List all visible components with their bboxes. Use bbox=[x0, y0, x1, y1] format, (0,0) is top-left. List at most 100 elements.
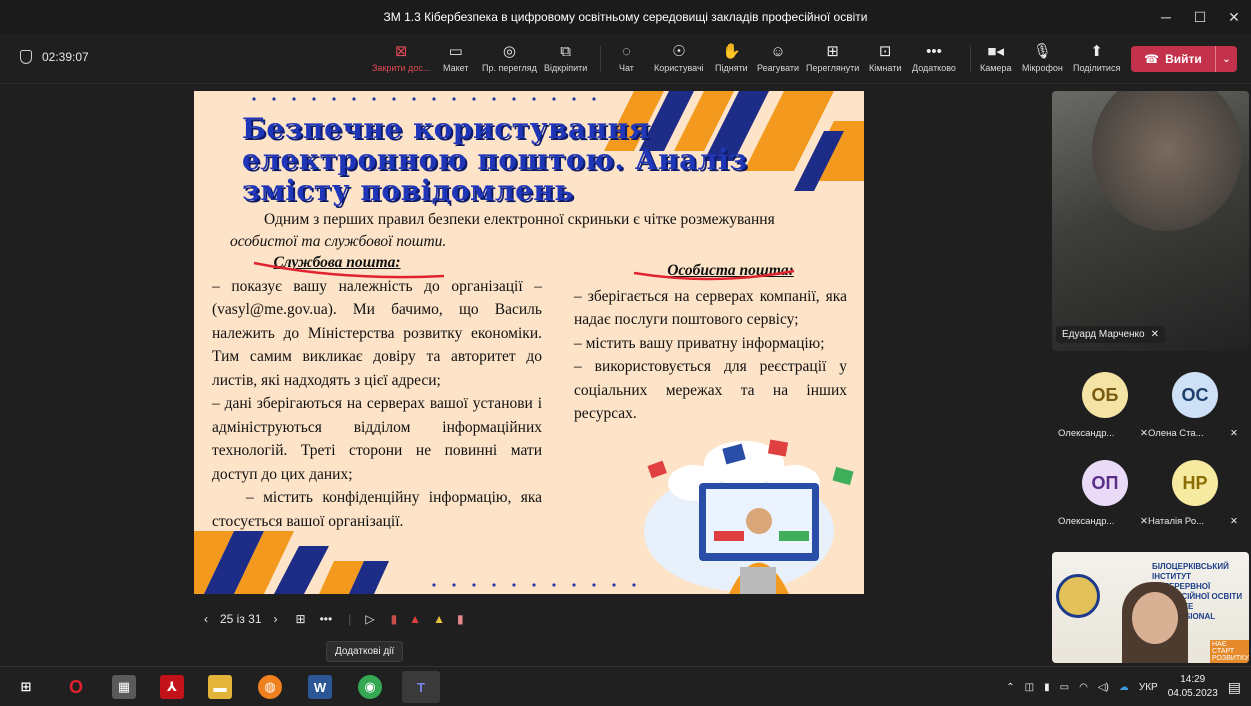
notifications-icon[interactable]: ▤ bbox=[1228, 679, 1241, 696]
meeting-timer: 02:39:07 bbox=[20, 50, 89, 64]
windows-taskbar: ⊞ O ▦ ⅄ ▬ ◍ W ◉ T ⌃ ◫ ▮ ▭ ◠ ◁) ☁ УКР 14:… bbox=[0, 666, 1251, 706]
meeting-toolbar: 02:39:07 ⊠ Закрити дос... ▭ Макет ◎ Пр. … bbox=[0, 34, 1251, 84]
clock-time: 14:29 bbox=[1180, 674, 1206, 685]
layout-icon: ▭ bbox=[448, 43, 463, 60]
pdf-reader-icon[interactable]: ⅄ bbox=[160, 675, 184, 699]
tray-app-icon[interactable]: ◫ bbox=[1025, 682, 1034, 693]
word-icon[interactable]: W bbox=[308, 675, 332, 699]
prev-slide-icon[interactable]: ‹ bbox=[204, 612, 208, 626]
minimize-icon[interactable]: ─ bbox=[1149, 0, 1183, 34]
preview-icon: ◎ bbox=[502, 43, 516, 60]
teams-window: ЗМ 1.3 Кібербезпека в цифровому освітньо… bbox=[0, 0, 1251, 706]
windows-start-icon[interactable]: ⊞ bbox=[14, 675, 38, 699]
leave-button[interactable]: ☎ Вийти ⌄ bbox=[1131, 46, 1237, 72]
leave-main[interactable]: ☎ Вийти bbox=[1131, 52, 1215, 66]
main-video-tile[interactable]: Едуард Марченко ✕ bbox=[1052, 91, 1249, 351]
participant-tile[interactable]: ОБ Олександр... ✕ bbox=[1058, 372, 1148, 452]
people-button[interactable]: ☉ Користувачі bbox=[654, 40, 704, 73]
language-indicator[interactable]: УКР bbox=[1139, 682, 1158, 693]
highlighter-icon[interactable]: ▲ bbox=[433, 612, 445, 626]
system-tray: ⌃ ◫ ▮ ▭ ◠ ◁) ☁ УКР 14:29 04.05.2023 ▤ bbox=[1006, 667, 1241, 706]
toolbar-divider bbox=[600, 46, 601, 72]
popout-icon: ⧉ bbox=[560, 42, 571, 60]
pen-red-icon[interactable]: ▮ bbox=[391, 612, 398, 626]
avatar: ОБ bbox=[1082, 372, 1128, 418]
view-button[interactable]: ⊞ Переглянути bbox=[806, 40, 859, 73]
firefox-icon[interactable]: ◍ bbox=[258, 675, 282, 699]
slide-navigation: ‹ 25 із 31 › ⊞ ••• | ▷ ▮ ▲ ▲ ▮ bbox=[194, 604, 464, 634]
participant-tile[interactable]: НР Наталія Ро... ✕ bbox=[1148, 460, 1238, 540]
phone-hangup-icon: ☎ bbox=[1144, 52, 1160, 66]
battery-icon[interactable]: ▭ bbox=[1060, 682, 1069, 693]
wifi-icon[interactable]: ◠ bbox=[1079, 682, 1088, 693]
eraser-icon[interactable]: ▮ bbox=[457, 612, 464, 626]
chevron-down-icon[interactable]: ⌄ bbox=[1215, 46, 1237, 72]
next-slide-icon[interactable]: › bbox=[274, 612, 278, 626]
volume-icon[interactable]: ◁) bbox=[1098, 682, 1109, 693]
stop-sharing-button[interactable]: ⊠ Закрити дос... bbox=[372, 40, 430, 73]
onedrive-icon[interactable]: ☁ bbox=[1119, 682, 1129, 693]
mic-tray-icon[interactable]: ▮ bbox=[1044, 682, 1050, 693]
window-controls: ─ ☐ ✕ bbox=[1149, 0, 1251, 34]
share-button[interactable]: ⬆ Поділитися bbox=[1073, 40, 1120, 73]
preview-button[interactable]: ◎ Пр. перегляд bbox=[482, 40, 537, 73]
rooms-button[interactable]: ⊡ Кімнати bbox=[869, 40, 901, 73]
clock-date: 04.05.2023 bbox=[1167, 688, 1218, 699]
participant-tile[interactable]: ОП Олександр... ✕ bbox=[1058, 460, 1148, 540]
camera-button[interactable]: ■◂ Камера bbox=[980, 40, 1011, 73]
shield-icon bbox=[20, 50, 32, 64]
clock[interactable]: 14:29 04.05.2023 bbox=[1168, 673, 1218, 701]
mic-muted-icon: ✕ bbox=[1230, 428, 1238, 439]
chat-button[interactable]: ◌ Чат bbox=[619, 40, 634, 74]
mic-muted-icon: ✕ bbox=[1230, 516, 1238, 527]
title-bar: ЗМ 1.3 Кібербезпека в цифровому освітньо… bbox=[0, 0, 1251, 34]
video-person bbox=[1092, 91, 1242, 231]
react-button[interactable]: ☺ Реагувати bbox=[757, 40, 799, 74]
file-explorer-icon[interactable]: ▬ bbox=[208, 675, 232, 699]
mic-muted-icon: ✕ bbox=[1140, 516, 1148, 527]
mic-button[interactable]: 🎙 Мікрофон bbox=[1022, 40, 1063, 73]
more-button[interactable]: ••• Додатково bbox=[912, 40, 956, 74]
raise-hand-button[interactable]: ✋ Підняти bbox=[715, 40, 748, 73]
window-title: ЗМ 1.3 Кібербезпека в цифровому освітньо… bbox=[383, 10, 868, 24]
mic-icon: 🎙 bbox=[1032, 43, 1052, 60]
mic-muted-icon: ✕ bbox=[1140, 428, 1148, 439]
divider: | bbox=[348, 612, 352, 626]
avatar: НР bbox=[1172, 460, 1218, 506]
pen-underline-icon[interactable]: ▲ bbox=[409, 612, 421, 626]
react-icon: ☺ bbox=[770, 42, 786, 60]
more-icon: ••• bbox=[926, 42, 942, 60]
toolbar-divider bbox=[970, 46, 971, 72]
rooms-icon: ⊡ bbox=[878, 43, 892, 60]
avatar: ОС bbox=[1172, 372, 1218, 418]
camera-icon: ■◂ bbox=[987, 43, 1005, 60]
grid-view-icon[interactable]: ⊞ bbox=[296, 612, 306, 626]
chevron-up-icon[interactable]: ⌃ bbox=[1006, 682, 1014, 693]
close-share-icon: ⊠ bbox=[394, 43, 408, 60]
maximize-icon[interactable]: ☐ bbox=[1183, 0, 1217, 34]
small-video-tile[interactable]: БІЛОЦЕРКІВСЬКИЙ ІНСТИТУТ НЕПЕРЕРВНОЇ ПРО… bbox=[1052, 552, 1249, 663]
shared-slide: Безпечне користування електронною поштою… bbox=[194, 91, 864, 594]
layout-button[interactable]: ▭ Макет bbox=[443, 40, 468, 73]
chrome-icon[interactable]: ◉ bbox=[358, 675, 382, 699]
share-icon: ⬆ bbox=[1090, 43, 1103, 60]
slide-counter: 25 із 31 bbox=[220, 612, 262, 626]
teams-icon[interactable]: T bbox=[402, 671, 440, 703]
participant-tile[interactable]: ОС Олена Ста... ✕ bbox=[1148, 372, 1238, 452]
calculator-icon[interactable]: ▦ bbox=[112, 675, 136, 699]
chat-icon: ◌ bbox=[622, 42, 631, 60]
institute-logo bbox=[1056, 574, 1100, 618]
mic-muted-icon: ✕ bbox=[1150, 329, 1159, 340]
more-actions-tooltip: Додаткові дії bbox=[326, 641, 404, 662]
avatar: ОП bbox=[1082, 460, 1128, 506]
banner-footer: НАЄ СТАРТ РОЗВИТКУ bbox=[1210, 640, 1249, 663]
popout-button[interactable]: ⧉ Відкріпити bbox=[544, 40, 587, 74]
more-actions-icon[interactable]: ••• bbox=[320, 612, 333, 626]
raise-hand-icon: ✋ bbox=[722, 43, 741, 60]
pointer-icon[interactable]: ▷ bbox=[365, 612, 374, 626]
video-face bbox=[1132, 592, 1178, 644]
close-icon[interactable]: ✕ bbox=[1217, 0, 1251, 34]
video-name-tag: Едуард Марченко ✕ bbox=[1056, 326, 1165, 343]
view-icon: ⊞ bbox=[826, 43, 839, 60]
opera-icon[interactable]: O bbox=[64, 675, 88, 699]
